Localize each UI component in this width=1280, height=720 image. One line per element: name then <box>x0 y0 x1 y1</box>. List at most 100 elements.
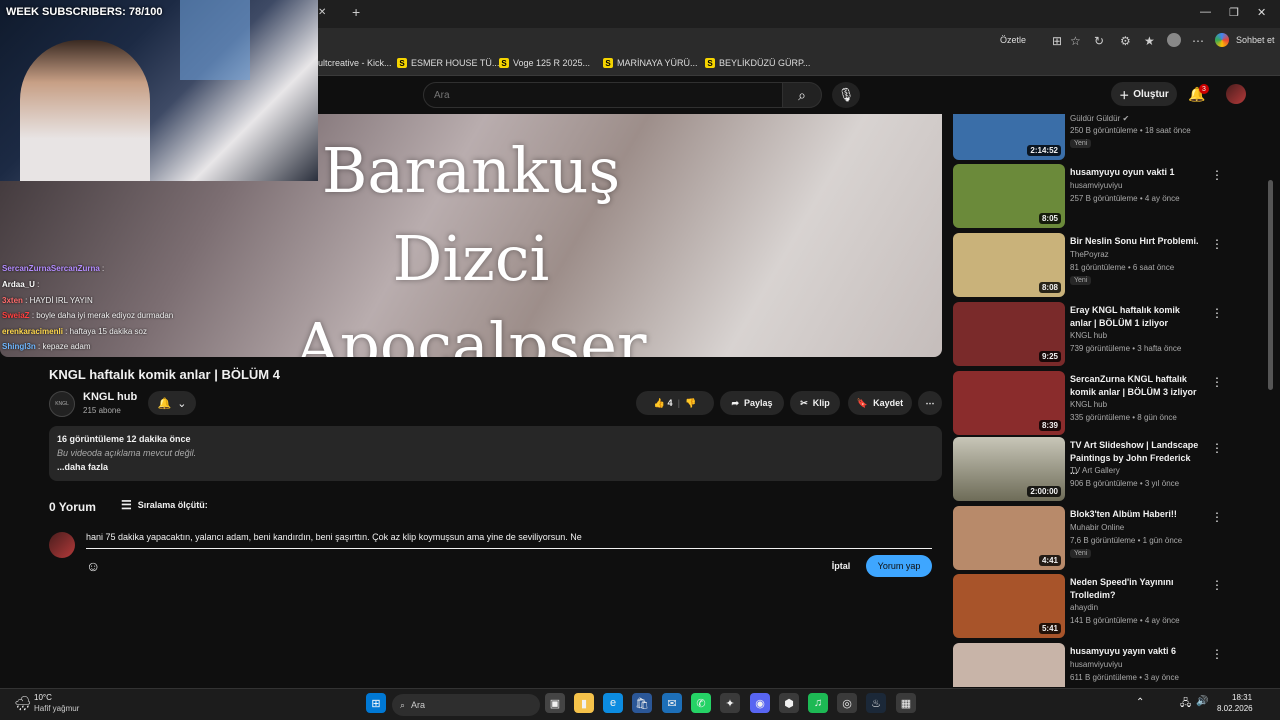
account-avatar[interactable] <box>1226 84 1246 104</box>
recommended-video[interactable]: 8:08 Bir Neslin Sonu Hırt Problemi. TheP… <box>953 233 1253 297</box>
discord-icon[interactable]: ◉ <box>750 693 770 713</box>
spotify-icon[interactable]: ♫ <box>808 693 828 713</box>
whatsapp-icon[interactable]: ✆ <box>691 693 711 713</box>
tab-close-icon[interactable]: ✕ <box>318 7 326 18</box>
calculator-icon[interactable]: ▦ <box>896 693 916 713</box>
recommended-video[interactable]: 5:41 Neden Speed'in Yayınını Trolledim? … <box>953 574 1253 638</box>
profile-avatar[interactable] <box>1167 33 1181 47</box>
favorites-icon[interactable]: ★ <box>1144 34 1155 48</box>
dislike-button[interactable]: 👎 <box>685 398 696 409</box>
channel-avatar[interactable]: KNGL <box>49 391 75 417</box>
steam-icon[interactable]: ♨ <box>866 693 886 713</box>
app-icon[interactable]: ✦ <box>720 693 740 713</box>
channel-name[interactable]: KNGL hub <box>83 391 137 403</box>
more-icon[interactable]: ⋮ <box>1211 375 1223 389</box>
video-thumbnail[interactable]: 8:08 <box>953 233 1065 297</box>
voice-search-button[interactable]: 🎙 <box>832 82 860 108</box>
edge-icon[interactable]: e <box>603 693 623 713</box>
summarize-button[interactable]: Özetle <box>1000 35 1026 45</box>
more-icon: ⋯ <box>925 397 935 408</box>
start-icon[interactable]: ⊞ <box>366 693 386 713</box>
chat-message: Shingl3n : kepaze adam <box>2 342 91 351</box>
video-thumbnail[interactable]: 2:00:00 <box>953 437 1065 501</box>
save-button[interactable]: 🔖 Kaydet <box>848 391 912 415</box>
bookmark-item[interactable]: S MARİNAYA YÜRÜ... <box>603 58 698 68</box>
minimize-icon[interactable]: — <box>1200 6 1211 18</box>
more-icon[interactable]: ⋮ <box>1211 237 1223 251</box>
close-window-icon[interactable]: ✕ <box>1257 6 1266 19</box>
more-icon[interactable]: ⋮ <box>1211 441 1223 455</box>
show-more-link[interactable]: ...daha fazla <box>57 462 108 472</box>
more-icon[interactable]: ⋮ <box>1211 578 1223 592</box>
create-button[interactable]: ＋ Oluştur <box>1111 82 1177 106</box>
video-meta: 611 B görüntüleme • 3 ay önce <box>1070 673 1179 682</box>
emoji-button[interactable]: ☺ <box>86 558 100 574</box>
refresh-icon[interactable]: ↻ <box>1094 34 1104 48</box>
share-icon: ➦ <box>731 397 739 408</box>
recommended-video[interactable]: 2:14:52 Güldür Güldür ✔ 250 B görüntülem… <box>953 114 1253 160</box>
bookmark-item[interactable]: S Voge 125 R 2025... <box>499 58 590 68</box>
video-channel: husamviyuviyu <box>1070 181 1123 190</box>
post-comment-button[interactable]: Yorum yap <box>866 555 932 577</box>
video-thumbnail[interactable]: 5:41 <box>953 574 1065 638</box>
sort-button[interactable]: ☰ Sıralama ölçütü: <box>121 498 208 512</box>
description-text: Bu videoda açıklama mevcut değil. <box>57 448 197 458</box>
comment-input[interactable]: hani 75 dakika yapacaktın, yalancı adam,… <box>86 532 932 549</box>
network-icon[interactable]: 🖧 <box>1180 696 1191 713</box>
like-button[interactable]: 👍 4 <box>654 398 673 409</box>
cancel-button[interactable]: İptal <box>826 556 856 576</box>
maximize-icon[interactable]: ❐ <box>1229 6 1239 19</box>
video-channel: Muhabir Online <box>1070 523 1125 532</box>
volume-icon[interactable]: 🔊 <box>1196 696 1208 707</box>
recommended-video[interactable]: 8:39 SercanZurna KNGL haftalık komik anl… <box>953 371 1253 435</box>
bookmark-item[interactable]: S ESMER HOUSE TÜ... <box>397 58 499 68</box>
recommended-video[interactable]: 9:25 Eray KNGL haftalık komik anlar | BÖ… <box>953 302 1253 366</box>
more-icon[interactable]: ⋮ <box>1211 306 1223 320</box>
more-icon[interactable]: ⋯ <box>1192 34 1204 48</box>
recommended-video[interactable]: 2:00:00 TV Art Slideshow | Landscape Pai… <box>953 437 1253 501</box>
recommended-video[interactable]: 8:05 husamyuyu oyun vakti 1 husamviyuviy… <box>953 164 1253 228</box>
more-icon[interactable]: ⋮ <box>1211 168 1223 182</box>
chat-button[interactable]: Sohbet et <box>1236 35 1275 45</box>
share-button[interactable]: ➦ Paylaş <box>720 391 784 415</box>
user-avatar <box>49 532 75 558</box>
taskbar-search[interactable]: ⌕ Ara <box>392 694 540 716</box>
clip-button[interactable]: ✂ Klip <box>790 391 840 415</box>
video-thumbnail[interactable] <box>953 643 1065 687</box>
video-thumbnail[interactable]: 2:14:52 <box>953 114 1065 160</box>
search-button[interactable]: ⌕ <box>782 82 822 108</box>
more-icon[interactable]: ⋮ <box>1211 647 1223 661</box>
copilot-icon <box>1215 33 1229 47</box>
favorite-star-icon[interactable]: ☆ <box>1070 34 1081 48</box>
extensions-icon[interactable]: ⚙ <box>1120 34 1131 48</box>
video-thumbnail[interactable]: 9:25 <box>953 302 1065 366</box>
bookmark-item[interactable]: S BEYLİKDÜZÜ GÜRP... <box>705 58 810 68</box>
bookmark-item[interactable]: ultcreative - Kick... <box>318 58 392 68</box>
video-thumbnail[interactable]: 8:05 <box>953 164 1065 228</box>
app-icon[interactable]: ⬢ <box>779 693 799 713</box>
subscription-bell-button[interactable]: 🔔 ⌄ <box>148 391 196 415</box>
recommended-video[interactable]: 4:41 Blok3'ten Albüm Haberi!! Muhabir On… <box>953 506 1253 570</box>
task-view-icon[interactable]: ▣ <box>545 693 565 713</box>
chevron-up-icon[interactable]: ⌃ <box>1136 697 1144 708</box>
more-icon[interactable]: ⋮ <box>1211 510 1223 524</box>
more-actions-button[interactable]: ⋯ <box>918 391 942 415</box>
smiley-icon: ☺ <box>86 558 101 574</box>
recommended-video[interactable]: husamyuyu yayın vakti 6 husamviyuviyu 61… <box>953 643 1253 687</box>
store-icon[interactable]: 🛍 <box>632 693 652 713</box>
description-box[interactable]: 16 görüntüleme 12 dakika önce Bu videoda… <box>49 426 942 481</box>
video-thumbnail[interactable]: 4:41 <box>953 506 1065 570</box>
video-thumbnail[interactable]: 8:39 <box>953 371 1065 435</box>
weather-icon: 🌧 <box>14 695 32 711</box>
obs-icon[interactable]: ◎ <box>837 693 857 713</box>
video-title: Blok3'ten Albüm Haberi!! <box>1070 509 1177 519</box>
new-tab-button[interactable]: + <box>352 4 360 20</box>
video-channel: ThePoyraz <box>1070 250 1109 259</box>
search-input[interactable] <box>423 82 783 108</box>
file-explorer-icon[interactable]: ▮ <box>574 693 594 713</box>
video-channel: KNGL hub <box>1070 400 1108 409</box>
outlook-icon[interactable]: ✉ <box>662 693 682 713</box>
view-stats: 16 görüntüleme 12 dakika önce <box>57 434 191 444</box>
page-scrollbar[interactable] <box>1268 180 1273 390</box>
app-icon[interactable]: ⊞ <box>1052 34 1062 48</box>
